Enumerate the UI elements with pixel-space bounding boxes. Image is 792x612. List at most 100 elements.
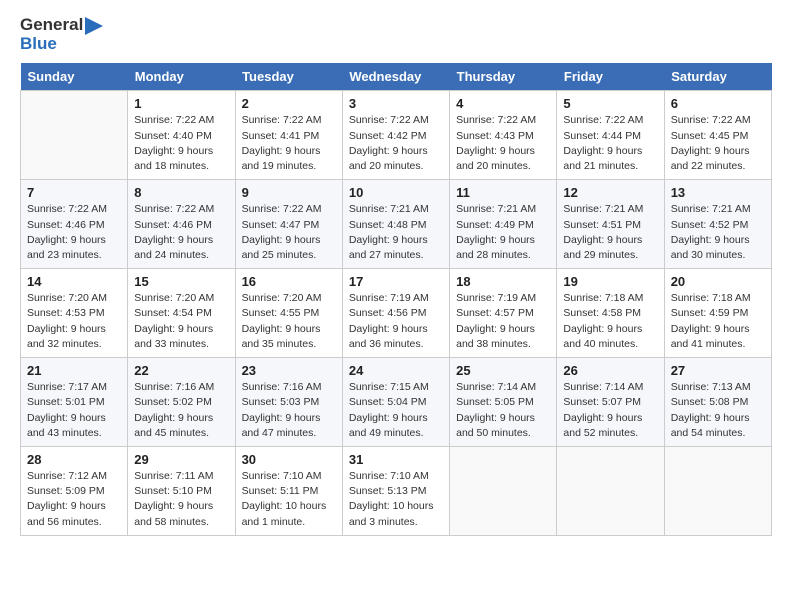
calendar-cell: 3Sunrise: 7:22 AMSunset: 4:42 PMDaylight… xyxy=(342,91,449,180)
day-number: 20 xyxy=(671,274,765,289)
calendar-cell: 8 Sunrise: 7:22 AMSunset: 4:46 PMDaylight… xyxy=(128,180,235,269)
day-detail: Sunrise: 7:18 AMSunset: 4:58 PMDaylight:… xyxy=(563,291,657,352)
day-number: 9 xyxy=(242,185,336,200)
calendar-week-3: 14 Sunrise: 7:20 AMSunset: 4:53 PMDayligh… xyxy=(21,269,772,358)
calendar-cell: 29Sunrise: 7:11 AMSunset: 5:10 PMDayligh… xyxy=(128,446,235,535)
day-detail: Sunrise: 7:15 AMSunset: 5:04 PMDaylight:… xyxy=(349,380,443,441)
calendar-cell: 12 Sunrise: 7:21 AMSunset: 4:51 PMDayligh… xyxy=(557,180,664,269)
calendar-cell: 18 Sunrise: 7:19 AMSunset: 4:57 PMDayligh… xyxy=(450,269,557,358)
day-detail: Sunrise: 7:11 AMSunset: 5:10 PMDaylight:… xyxy=(134,469,228,530)
day-detail: Sunrise: 7:10 AMSunset: 5:13 PMDaylight:… xyxy=(349,469,443,530)
calendar-cell: 15 Sunrise: 7:20 AMSunset: 4:54 PMDayligh… xyxy=(128,269,235,358)
day-detail: Sunrise: 7:22 AMSunset: 4:40 PMDaylight:… xyxy=(134,113,228,174)
calendar-cell: 9 Sunrise: 7:22 AMSunset: 4:47 PMDaylight… xyxy=(235,180,342,269)
day-number: 16 xyxy=(242,274,336,289)
day-number: 26 xyxy=(563,363,657,378)
calendar-cell: 24 Sunrise: 7:15 AMSunset: 5:04 PMDayligh… xyxy=(342,358,449,447)
col-header-wednesday: Wednesday xyxy=(342,63,449,91)
day-detail: Sunrise: 7:20 AMSunset: 4:53 PMDaylight:… xyxy=(27,291,121,352)
calendar-cell: 10Sunrise: 7:21 AMSunset: 4:48 PMDayligh… xyxy=(342,180,449,269)
day-detail: Sunrise: 7:22 AMSunset: 4:46 PMDaylight:… xyxy=(134,202,228,263)
day-number: 31 xyxy=(349,452,443,467)
day-detail: Sunrise: 7:18 AMSunset: 4:59 PMDaylight:… xyxy=(671,291,765,352)
calendar-cell: 5 Sunrise: 7:22 AMSunset: 4:44 PMDaylight… xyxy=(557,91,664,180)
calendar-week-5: 28 Sunrise: 7:12 AMSunset: 5:09 PMDayligh… xyxy=(21,446,772,535)
calendar-cell: 21 Sunrise: 7:17 AMSunset: 5:01 PMDayligh… xyxy=(21,358,128,447)
day-number: 12 xyxy=(563,185,657,200)
day-detail: Sunrise: 7:20 AMSunset: 4:55 PMDaylight:… xyxy=(242,291,336,352)
day-detail: Sunrise: 7:22 AMSunset: 4:41 PMDaylight:… xyxy=(242,113,336,174)
col-header-tuesday: Tuesday xyxy=(235,63,342,91)
calendar-cell: 2 Sunrise: 7:22 AMSunset: 4:41 PMDaylight… xyxy=(235,91,342,180)
calendar-cell: 22 Sunrise: 7:16 AMSunset: 5:02 PMDayligh… xyxy=(128,358,235,447)
col-header-friday: Friday xyxy=(557,63,664,91)
day-number: 24 xyxy=(349,363,443,378)
calendar-table: SundayMondayTuesdayWednesdayThursdayFrid… xyxy=(20,63,772,535)
day-detail: Sunrise: 7:20 AMSunset: 4:54 PMDaylight:… xyxy=(134,291,228,352)
calendar-week-2: 7 Sunrise: 7:22 AMSunset: 4:46 PMDaylight… xyxy=(21,180,772,269)
day-detail: Sunrise: 7:22 AMSunset: 4:45 PMDaylight:… xyxy=(671,113,765,174)
calendar-week-1: 1 Sunrise: 7:22 AMSunset: 4:40 PMDaylight… xyxy=(21,91,772,180)
calendar-cell: 26 Sunrise: 7:14 AMSunset: 5:07 PMDayligh… xyxy=(557,358,664,447)
day-number: 6 xyxy=(671,96,765,111)
col-header-monday: Monday xyxy=(128,63,235,91)
calendar-cell: 7Sunrise: 7:22 AMSunset: 4:46 PMDaylight… xyxy=(21,180,128,269)
day-number: 3 xyxy=(349,96,443,111)
day-number: 7 xyxy=(27,185,121,200)
day-detail: Sunrise: 7:22 AMSunset: 4:44 PMDaylight:… xyxy=(563,113,657,174)
calendar-cell: 23 Sunrise: 7:16 AMSunset: 5:03 PMDayligh… xyxy=(235,358,342,447)
day-number: 17 xyxy=(349,274,443,289)
calendar-cell: 13 Sunrise: 7:21 AMSunset: 4:52 PMDayligh… xyxy=(664,180,771,269)
day-detail: Sunrise: 7:16 AMSunset: 5:03 PMDaylight:… xyxy=(242,380,336,441)
day-number: 21 xyxy=(27,363,121,378)
calendar-cell: 27 Sunrise: 7:13 AMSunset: 5:08 PMDayligh… xyxy=(664,358,771,447)
calendar-cell: 31 Sunrise: 7:10 AMSunset: 5:13 PMDayligh… xyxy=(342,446,449,535)
day-detail: Sunrise: 7:21 AMSunset: 4:51 PMDaylight:… xyxy=(563,202,657,263)
day-detail: Sunrise: 7:21 AMSunset: 4:52 PMDaylight:… xyxy=(671,202,765,263)
calendar-cell xyxy=(557,446,664,535)
day-number: 14 xyxy=(27,274,121,289)
day-number: 28 xyxy=(27,452,121,467)
day-number: 18 xyxy=(456,274,550,289)
logo-text: General Blue xyxy=(20,16,103,53)
calendar-cell: 30Sunrise: 7:10 AMSunset: 5:11 PMDayligh… xyxy=(235,446,342,535)
calendar-cell: 11Sunrise: 7:21 AMSunset: 4:49 PMDayligh… xyxy=(450,180,557,269)
calendar-cell: 16 Sunrise: 7:20 AMSunset: 4:55 PMDayligh… xyxy=(235,269,342,358)
calendar-cell: 20 Sunrise: 7:18 AMSunset: 4:59 PMDayligh… xyxy=(664,269,771,358)
calendar-cell xyxy=(450,446,557,535)
col-header-sunday: Sunday xyxy=(21,63,128,91)
day-number: 22 xyxy=(134,363,228,378)
day-number: 11 xyxy=(456,185,550,200)
day-detail: Sunrise: 7:13 AMSunset: 5:08 PMDaylight:… xyxy=(671,380,765,441)
day-detail: Sunrise: 7:19 AMSunset: 4:57 PMDaylight:… xyxy=(456,291,550,352)
day-detail: Sunrise: 7:14 AMSunset: 5:07 PMDaylight:… xyxy=(563,380,657,441)
day-number: 4 xyxy=(456,96,550,111)
day-number: 2 xyxy=(242,96,336,111)
day-number: 19 xyxy=(563,274,657,289)
day-number: 25 xyxy=(456,363,550,378)
day-number: 27 xyxy=(671,363,765,378)
day-detail: Sunrise: 7:12 AMSunset: 5:09 PMDaylight:… xyxy=(27,469,121,530)
day-detail: Sunrise: 7:19 AMSunset: 4:56 PMDaylight:… xyxy=(349,291,443,352)
calendar-cell: 17 Sunrise: 7:19 AMSunset: 4:56 PMDayligh… xyxy=(342,269,449,358)
calendar-week-4: 21 Sunrise: 7:17 AMSunset: 5:01 PMDayligh… xyxy=(21,358,772,447)
day-detail: Sunrise: 7:22 AMSunset: 4:43 PMDaylight:… xyxy=(456,113,550,174)
day-number: 23 xyxy=(242,363,336,378)
day-number: 8 xyxy=(134,185,228,200)
calendar-header-row: SundayMondayTuesdayWednesdayThursdayFrid… xyxy=(21,63,772,91)
day-detail: Sunrise: 7:17 AMSunset: 5:01 PMDaylight:… xyxy=(27,380,121,441)
calendar-cell xyxy=(664,446,771,535)
day-detail: Sunrise: 7:22 AMSunset: 4:47 PMDaylight:… xyxy=(242,202,336,263)
day-detail: Sunrise: 7:16 AMSunset: 5:02 PMDaylight:… xyxy=(134,380,228,441)
day-number: 13 xyxy=(671,185,765,200)
day-detail: Sunrise: 7:10 AMSunset: 5:11 PMDaylight:… xyxy=(242,469,336,530)
day-number: 5 xyxy=(563,96,657,111)
day-number: 1 xyxy=(134,96,228,111)
logo-general: General xyxy=(20,15,83,34)
calendar-cell: 1 Sunrise: 7:22 AMSunset: 4:40 PMDaylight… xyxy=(128,91,235,180)
day-number: 15 xyxy=(134,274,228,289)
col-header-thursday: Thursday xyxy=(450,63,557,91)
logo-triangle-icon xyxy=(85,17,103,35)
calendar-cell: 25 Sunrise: 7:14 AMSunset: 5:05 PMDayligh… xyxy=(450,358,557,447)
day-detail: Sunrise: 7:14 AMSunset: 5:05 PMDaylight:… xyxy=(456,380,550,441)
